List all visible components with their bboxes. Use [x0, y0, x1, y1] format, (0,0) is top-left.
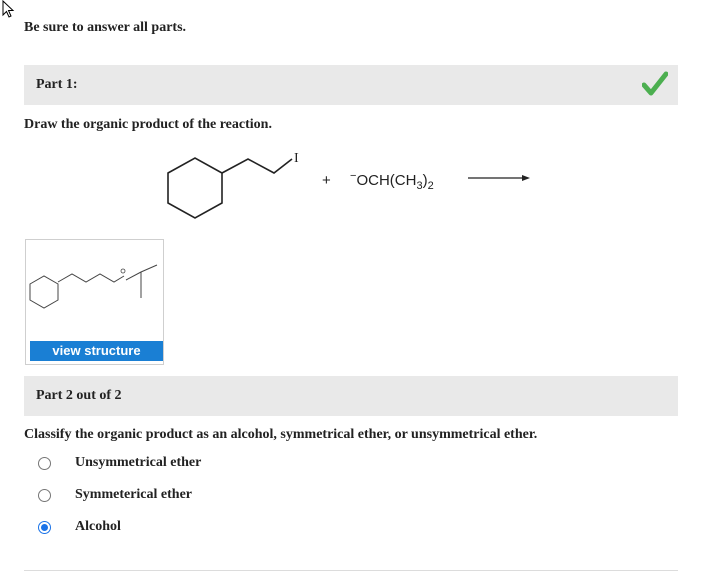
reaction-scheme: I + −OCH(CH3)2: [167, 151, 530, 219]
option-label: Alcohol: [75, 519, 121, 534]
option-label: Symmeterical ether: [75, 487, 192, 502]
part2-label: Part 2 out of 2: [36, 388, 122, 403]
arrow-head-icon: [522, 175, 530, 181]
instructions-text: Be sure to answer all parts.: [24, 20, 187, 35]
reagent-formula: −OCH(CH3)2: [350, 170, 434, 192]
checkmark-icon: [642, 71, 668, 96]
view-structure-button[interactable]: view structure: [30, 341, 163, 361]
radio-unsymmetrical-ether[interactable]: [38, 456, 51, 470]
answer-structure-box[interactable]: view structure: [25, 239, 164, 365]
option-unsymmetrical-ether[interactable]: Unsymmetrical ether: [38, 452, 201, 474]
radio-symmetrical-ether[interactable]: [38, 488, 51, 502]
part2-header: Part 2 out of 2: [24, 376, 678, 416]
option-alcohol[interactable]: Alcohol: [38, 516, 121, 538]
part1-label: Part 1:: [36, 77, 78, 92]
product-structure-thumbnail: [29, 264, 158, 309]
iodine-label: I: [294, 151, 299, 166]
alkyl-chain: [221, 158, 293, 174]
divider: [24, 570, 678, 571]
mouse-pointer-icon: [2, 0, 15, 18]
option-label: Unsymmetrical ether: [75, 455, 202, 470]
part1-header: Part 1:: [24, 65, 678, 105]
part1-prompt: Draw the organic product of the reaction…: [24, 117, 272, 132]
option-symmetrical-ether[interactable]: Symmeterical ether: [38, 484, 192, 506]
radio-alcohol[interactable]: [38, 520, 51, 534]
cyclohexane-ring: [167, 157, 223, 219]
plus-sign: +: [322, 172, 331, 189]
part2-question: Classify the organic product as an alcoh…: [24, 427, 538, 442]
